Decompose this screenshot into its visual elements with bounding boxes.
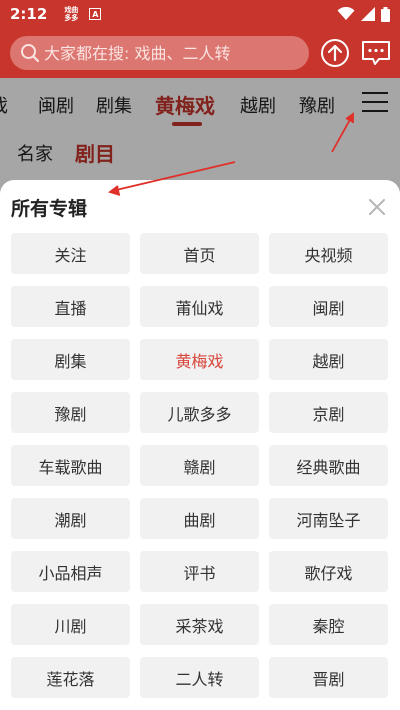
- album-chip[interactable]: 秦腔: [269, 604, 388, 645]
- status-bar: 2:12 戏曲多多 A: [0, 0, 400, 28]
- search-bar[interactable]: [10, 36, 309, 70]
- album-chip[interactable]: 越剧: [269, 339, 388, 380]
- album-chip[interactable]: 剧集: [11, 339, 130, 380]
- album-chip[interactable]: 闽剧: [269, 286, 388, 327]
- album-chip[interactable]: 川剧: [11, 604, 130, 645]
- message-button[interactable]: [360, 37, 392, 69]
- album-chip[interactable]: 莆仙戏: [140, 286, 259, 327]
- wifi-icon: [337, 7, 355, 20]
- album-chip[interactable]: 豫剧: [11, 392, 130, 433]
- album-chip[interactable]: 黄梅戏: [140, 339, 259, 380]
- status-time: 2:12: [10, 5, 48, 23]
- album-chip[interactable]: 晋剧: [269, 657, 388, 698]
- album-chip[interactable]: 车载歌曲: [11, 445, 130, 486]
- album-chip[interactable]: 经典歌曲: [269, 445, 388, 486]
- album-chip[interactable]: 潮剧: [11, 498, 130, 539]
- message-icon: [362, 41, 391, 65]
- upload-icon: [320, 39, 349, 67]
- album-chip[interactable]: 歌仔戏: [269, 551, 388, 592]
- album-chip[interactable]: 央视频: [269, 233, 388, 274]
- a-notification-icon: A: [89, 8, 102, 20]
- app-header: [0, 28, 400, 78]
- app-notification-icon: 戏曲多多: [64, 6, 79, 22]
- status-icons: [337, 6, 390, 22]
- all-albums-sheet: 所有专辑 关注 首页 央视频直播 莆仙戏 闽剧剧集 黄梅戏 越剧豫剧 儿歌多多 京剧车载歌曲 赣剧…: [0, 180, 400, 710]
- album-chip[interactable]: 首页: [140, 233, 259, 274]
- album-chip[interactable]: 曲剧: [140, 498, 259, 539]
- close-icon: [369, 199, 385, 215]
- album-chip[interactable]: 河南坠子: [269, 498, 388, 539]
- album-chip[interactable]: 关注: [11, 233, 130, 274]
- close-button[interactable]: [366, 196, 388, 218]
- album-chip[interactable]: 采茶戏: [140, 604, 259, 645]
- upload-button[interactable]: [319, 37, 351, 69]
- album-chip[interactable]: 莲花落: [11, 657, 130, 698]
- album-chip[interactable]: 儿歌多多: [140, 392, 259, 433]
- album-chip[interactable]: 小品相声: [11, 551, 130, 592]
- battery-icon: [381, 6, 390, 22]
- sheet-title: 所有专辑: [11, 198, 88, 220]
- album-chip[interactable]: 赣剧: [140, 445, 259, 486]
- album-chip[interactable]: 二人转: [140, 657, 259, 698]
- album-chip[interactable]: 京剧: [269, 392, 388, 433]
- signal-icon: [361, 7, 375, 21]
- search-input[interactable]: [44, 43, 284, 63]
- search-icon: [21, 44, 40, 63]
- album-grid: 关注 首页 央视频直播 莆仙戏 闽剧剧集 黄梅戏 越剧豫剧 儿歌多多 京剧车载歌曲 赣剧 经典歌曲潮…: [11, 233, 388, 698]
- album-chip[interactable]: 评书: [140, 551, 259, 592]
- album-chip[interactable]: 直播: [11, 286, 130, 327]
